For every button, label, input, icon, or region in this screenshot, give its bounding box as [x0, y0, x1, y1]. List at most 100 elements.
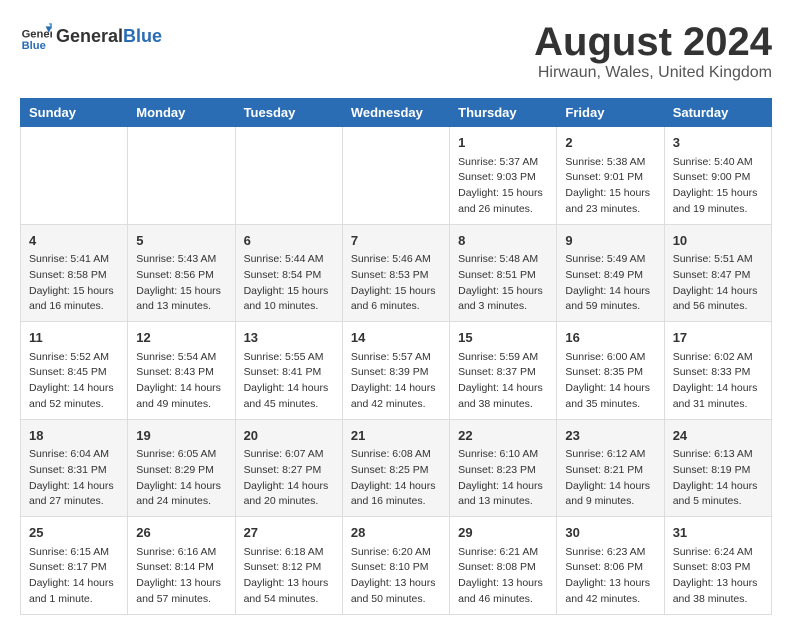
- day-info-line: Daylight: 14 hours: [673, 284, 763, 300]
- day-info-line: Sunset: 8:58 PM: [29, 268, 119, 284]
- day-number: 13: [244, 328, 334, 348]
- title-area: August 2024 Hirwaun, Wales, United Kingd…: [534, 20, 772, 82]
- day-info-line: and 35 minutes.: [565, 397, 655, 413]
- day-number: 7: [351, 231, 441, 251]
- day-info-line: Sunrise: 5:55 AM: [244, 350, 334, 366]
- cell-w2-d6: 9Sunrise: 5:49 AMSunset: 8:49 PMDaylight…: [557, 224, 664, 322]
- day-info-line: Sunset: 8:03 PM: [673, 560, 763, 576]
- day-number: 6: [244, 231, 334, 251]
- day-number: 17: [673, 328, 763, 348]
- day-info-line: Sunrise: 6:05 AM: [136, 447, 226, 463]
- subtitle: Hirwaun, Wales, United Kingdom: [534, 64, 772, 82]
- day-info-line: and 9 minutes.: [565, 494, 655, 510]
- cell-w1-d1: [21, 127, 128, 225]
- cell-w4-d5: 22Sunrise: 6:10 AMSunset: 8:23 PMDayligh…: [450, 419, 557, 517]
- day-info-line: Sunrise: 5:57 AM: [351, 350, 441, 366]
- cell-w3-d1: 11Sunrise: 5:52 AMSunset: 8:45 PMDayligh…: [21, 322, 128, 420]
- day-info-line: Sunrise: 5:44 AM: [244, 252, 334, 268]
- day-info-line: and 6 minutes.: [351, 299, 441, 315]
- logo-icon: General Blue: [20, 20, 52, 52]
- day-info-line: Sunrise: 6:00 AM: [565, 350, 655, 366]
- day-info-line: Sunrise: 5:37 AM: [458, 155, 548, 171]
- day-info-line: Sunset: 8:19 PM: [673, 463, 763, 479]
- cell-w3-d2: 12Sunrise: 5:54 AMSunset: 8:43 PMDayligh…: [128, 322, 235, 420]
- cell-w2-d7: 10Sunrise: 5:51 AMSunset: 8:47 PMDayligh…: [664, 224, 771, 322]
- day-info-line: and 13 minutes.: [458, 494, 548, 510]
- cell-w5-d6: 30Sunrise: 6:23 AMSunset: 8:06 PMDayligh…: [557, 517, 664, 615]
- day-info-line: Daylight: 15 hours: [458, 284, 548, 300]
- day-info-line: Daylight: 13 hours: [351, 576, 441, 592]
- day-info-line: and 26 minutes.: [458, 202, 548, 218]
- day-number: 18: [29, 426, 119, 446]
- day-info-line: Daylight: 14 hours: [458, 381, 548, 397]
- day-info-line: and 16 minutes.: [351, 494, 441, 510]
- day-info-line: Daylight: 13 hours: [565, 576, 655, 592]
- day-info-line: Sunrise: 5:40 AM: [673, 155, 763, 171]
- day-info-line: and 20 minutes.: [244, 494, 334, 510]
- day-info-line: and 38 minutes.: [458, 397, 548, 413]
- day-info-line: Sunset: 8:06 PM: [565, 560, 655, 576]
- day-info-line: and 52 minutes.: [29, 397, 119, 413]
- cell-w5-d7: 31Sunrise: 6:24 AMSunset: 8:03 PMDayligh…: [664, 517, 771, 615]
- col-saturday: Saturday: [664, 99, 771, 127]
- cell-w3-d4: 14Sunrise: 5:57 AMSunset: 8:39 PMDayligh…: [342, 322, 449, 420]
- day-info-line: Sunrise: 6:16 AM: [136, 545, 226, 561]
- day-number: 3: [673, 133, 763, 153]
- day-info-line: and 42 minutes.: [351, 397, 441, 413]
- week-row-2: 4Sunrise: 5:41 AMSunset: 8:58 PMDaylight…: [21, 224, 772, 322]
- day-info-line: Daylight: 13 hours: [458, 576, 548, 592]
- day-info-line: Daylight: 14 hours: [673, 381, 763, 397]
- day-info-line: Daylight: 14 hours: [244, 479, 334, 495]
- day-number: 12: [136, 328, 226, 348]
- day-info-line: Daylight: 14 hours: [244, 381, 334, 397]
- day-info-line: Sunrise: 6:10 AM: [458, 447, 548, 463]
- cell-w3-d3: 13Sunrise: 5:55 AMSunset: 8:41 PMDayligh…: [235, 322, 342, 420]
- day-info-line: Sunrise: 5:59 AM: [458, 350, 548, 366]
- day-info-line: Sunrise: 5:41 AM: [29, 252, 119, 268]
- day-number: 19: [136, 426, 226, 446]
- day-number: 26: [136, 523, 226, 543]
- day-info-line: Daylight: 14 hours: [565, 381, 655, 397]
- day-info-line: Sunrise: 5:46 AM: [351, 252, 441, 268]
- day-info-line: and 38 minutes.: [673, 592, 763, 608]
- day-number: 1: [458, 133, 548, 153]
- cell-w1-d5: 1Sunrise: 5:37 AMSunset: 9:03 PMDaylight…: [450, 127, 557, 225]
- cell-w4-d1: 18Sunrise: 6:04 AMSunset: 8:31 PMDayligh…: [21, 419, 128, 517]
- day-info-line: Sunset: 8:10 PM: [351, 560, 441, 576]
- day-info-line: Sunset: 8:27 PM: [244, 463, 334, 479]
- day-info-line: Sunset: 8:45 PM: [29, 365, 119, 381]
- week-row-5: 25Sunrise: 6:15 AMSunset: 8:17 PMDayligh…: [21, 517, 772, 615]
- day-info-line: Daylight: 15 hours: [29, 284, 119, 300]
- cell-w4-d7: 24Sunrise: 6:13 AMSunset: 8:19 PMDayligh…: [664, 419, 771, 517]
- col-friday: Friday: [557, 99, 664, 127]
- day-info-line: Sunrise: 5:43 AM: [136, 252, 226, 268]
- day-info-line: Sunset: 8:37 PM: [458, 365, 548, 381]
- day-info-line: Sunset: 8:39 PM: [351, 365, 441, 381]
- cell-w3-d5: 15Sunrise: 5:59 AMSunset: 8:37 PMDayligh…: [450, 322, 557, 420]
- day-info-line: and 23 minutes.: [565, 202, 655, 218]
- week-row-3: 11Sunrise: 5:52 AMSunset: 8:45 PMDayligh…: [21, 322, 772, 420]
- cell-w2-d5: 8Sunrise: 5:48 AMSunset: 8:51 PMDaylight…: [450, 224, 557, 322]
- day-info-line: and 1 minute.: [29, 592, 119, 608]
- svg-text:General: General: [22, 29, 52, 41]
- day-info-line: and 59 minutes.: [565, 299, 655, 315]
- day-number: 4: [29, 231, 119, 251]
- day-info-line: Daylight: 14 hours: [458, 479, 548, 495]
- day-info-line: Sunset: 9:00 PM: [673, 170, 763, 186]
- day-info-line: Sunset: 8:35 PM: [565, 365, 655, 381]
- day-number: 24: [673, 426, 763, 446]
- week-row-4: 18Sunrise: 6:04 AMSunset: 8:31 PMDayligh…: [21, 419, 772, 517]
- day-info-line: Daylight: 14 hours: [136, 479, 226, 495]
- cell-w5-d4: 28Sunrise: 6:20 AMSunset: 8:10 PMDayligh…: [342, 517, 449, 615]
- cell-w5-d2: 26Sunrise: 6:16 AMSunset: 8:14 PMDayligh…: [128, 517, 235, 615]
- day-info-line: Sunrise: 5:54 AM: [136, 350, 226, 366]
- day-info-line: Daylight: 14 hours: [29, 381, 119, 397]
- day-info-line: Sunrise: 5:51 AM: [673, 252, 763, 268]
- day-info-line: and 5 minutes.: [673, 494, 763, 510]
- day-info-line: Daylight: 15 hours: [458, 186, 548, 202]
- cell-w3-d6: 16Sunrise: 6:00 AMSunset: 8:35 PMDayligh…: [557, 322, 664, 420]
- day-number: 22: [458, 426, 548, 446]
- day-number: 28: [351, 523, 441, 543]
- page-header: General Blue General Blue August 2024 Hi…: [20, 20, 772, 82]
- day-info-line: Sunrise: 6:02 AM: [673, 350, 763, 366]
